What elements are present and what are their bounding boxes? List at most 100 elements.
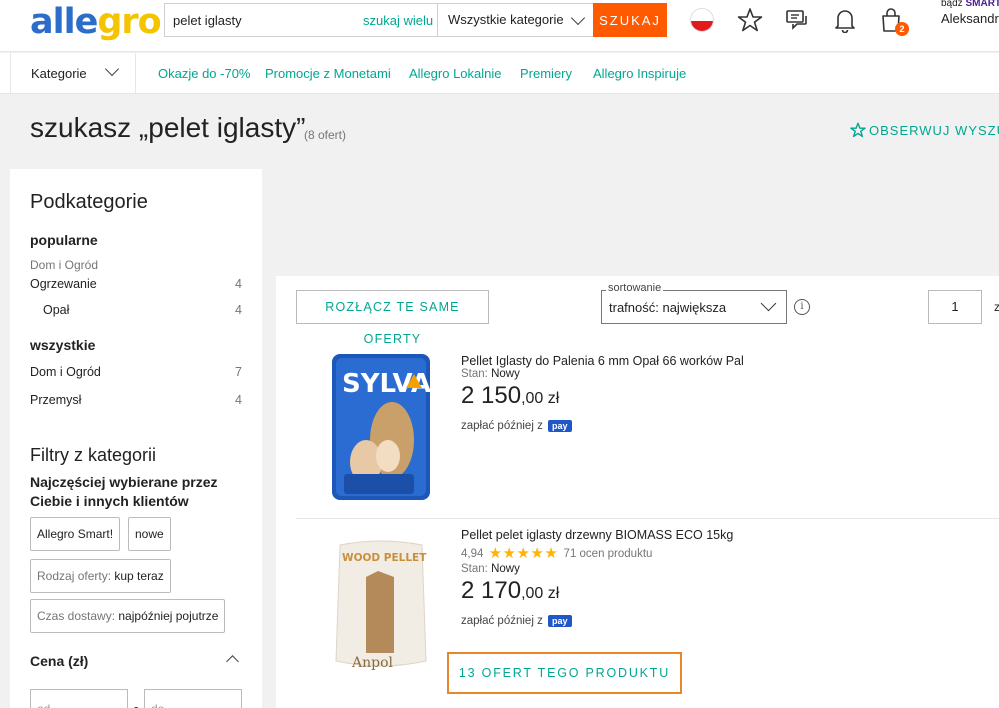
nav-link-promocje[interactable]: Promocje z Monetami	[265, 66, 391, 81]
offer-condition: Stan: Nowy	[461, 563, 520, 575]
categories-dropdown[interactable]: Kategorie	[10, 53, 136, 94]
nav-link-premiery[interactable]: Premiery	[520, 66, 572, 81]
rating-value: 4,94	[461, 548, 484, 560]
category-select[interactable]: Wszystkie kategorie	[437, 4, 593, 36]
offer-title[interactable]: Pellet Iglasty do Palenia 6 mm Opał 66 w…	[461, 354, 744, 368]
search-many-link[interactable]: szukaj wielu	[363, 13, 433, 28]
offer-item[interactable]: SYLVA Pellet Iglasty do Palenia 6 mm Opa…	[276, 340, 999, 518]
sort-select-value: trafność: największa	[609, 300, 727, 315]
price-from-input[interactable]: od	[30, 689, 128, 708]
chip-label: Rodzaj oferty:	[37, 569, 115, 583]
price-main: 2 170	[461, 577, 522, 604]
offer-condition: Stan: Nowy	[461, 368, 520, 380]
search-button[interactable]: SZUKAJ	[593, 3, 667, 37]
filter-chip-delivery[interactable]: Czas dostawy: najpóźniej pojutrze	[30, 599, 226, 633]
popular-heading: popularne	[30, 232, 98, 248]
filters-heading: Filtry z kategorii	[30, 445, 157, 465]
filter-chip-smart[interactable]: Allegro Smart!	[30, 517, 121, 551]
subcategory-item-dom-i-ogrod[interactable]: Dom i Ogród 7	[30, 365, 242, 379]
chip-label: Czas dostawy:	[37, 609, 119, 623]
pay-later-info: zapłać później z pay	[461, 420, 572, 432]
nav-link-inspiruje[interactable]: Allegro Inspiruje	[593, 66, 686, 81]
subcategory-item-ogrzewanie[interactable]: Ogrzewanie 4	[30, 277, 242, 291]
subcategory-label: Opał	[43, 303, 70, 317]
price-filter-toggle[interactable]: Cena (zł)	[30, 653, 242, 669]
allegro-logo[interactable]: allegro	[30, 2, 162, 42]
split-offers-button[interactable]: ROZŁĄCZ TE SAME OFERTY	[296, 290, 489, 346]
offer-price: 2 170,00 zł	[461, 577, 559, 605]
subcategory-count: 4	[235, 393, 242, 407]
subcategories-heading: Podkategorie	[30, 191, 148, 213]
search-bar: szukaj wielu Wszystkie kategorie SZUKAJ	[164, 3, 667, 37]
offer-price: 2 150,00 zł	[461, 382, 559, 410]
smart-promo[interactable]: bądź SMART	[941, 0, 999, 9]
chevron-down-icon	[104, 61, 120, 77]
subcategory-item-przemysl[interactable]: Przemysł 4	[30, 393, 242, 407]
cart-count-badge: 2	[895, 22, 909, 36]
category-select-value: Wszystkie kategorie	[448, 12, 564, 27]
price-range-dash: -	[134, 699, 139, 708]
all-heading: wszystkie	[30, 337, 96, 353]
subcategory-count: 7	[235, 365, 242, 379]
star-icon[interactable]	[737, 7, 763, 33]
condition-label: Stan:	[461, 563, 492, 575]
price-heading: Cena (zł)	[30, 653, 89, 669]
price-main: 2 150	[461, 382, 522, 409]
chip-value: najpóźniej pojutrze	[118, 609, 219, 623]
bell-icon[interactable]	[832, 7, 858, 33]
page-title: szukasz „pelet iglasty”	[30, 112, 306, 143]
pay-later-text: zapłać później z	[461, 615, 543, 627]
filters-description: Najczęściej wybierane przez Ciebie i inn…	[30, 474, 218, 509]
subcategory-count: 4	[235, 303, 242, 317]
category-nav: Kategorie Okazje do -70% Promocje z Mone…	[0, 53, 999, 94]
subcategory-label: Dom i Ogród	[30, 365, 101, 379]
product-image-sylva[interactable]: SYLVA	[326, 352, 436, 502]
results-panel: ROZŁĄCZ TE SAME OFERTY trafność: najwięk…	[276, 276, 999, 708]
subcategory-count: 4	[235, 277, 242, 291]
price-fraction: ,00 zł	[521, 585, 560, 602]
filter-chip-offer-type[interactable]: Rodzaj oferty: kup teraz	[30, 559, 171, 593]
chip-value: kup teraz	[114, 569, 164, 583]
condition-value: Nowy	[491, 368, 520, 380]
nav-link-lokalnie[interactable]: Allegro Lokalnie	[409, 66, 502, 81]
offer-count: (8 ofert)	[304, 128, 347, 142]
filter-chip-new[interactable]: nowe	[128, 517, 171, 551]
user-name[interactable]: Aleksandra	[941, 11, 999, 26]
subcategory-label: Ogrzewanie	[30, 277, 97, 291]
page-total-label: z	[994, 300, 999, 314]
pay-badge: pay	[548, 615, 572, 627]
pay-badge: pay	[548, 420, 572, 432]
product-label-text: WOOD PELLET	[342, 552, 427, 564]
sort-label: sortowanie	[606, 282, 664, 294]
logo-text-part2: gro	[97, 2, 161, 42]
product-rating[interactable]: 4,94 ★★★★★ 71 ocen produktu	[461, 544, 652, 562]
logo-text-part1: alle	[30, 2, 98, 42]
subcategory-label: Przemysł	[30, 393, 82, 407]
product-brand-text: Anpol	[351, 655, 394, 671]
nav-link-okazje[interactable]: Okazje do -70%	[158, 66, 251, 81]
offer-title[interactable]: Pellet pelet iglasty drzewny BIOMASS ECO…	[461, 528, 733, 542]
page-number-input[interactable]: 1	[928, 290, 982, 324]
chevron-down-icon	[570, 10, 586, 26]
sort-select[interactable]: trafność: największa	[601, 290, 787, 324]
condition-value: Nowy	[491, 563, 520, 575]
popular-parent-category[interactable]: Dom i Ogród	[30, 258, 98, 272]
info-icon[interactable]: i	[794, 299, 810, 315]
subcategory-item-opal[interactable]: Opał 4	[43, 303, 242, 317]
price-to-input[interactable]: do	[144, 689, 242, 708]
product-offers-button[interactable]: 13 OFERT TEGO PRODUKTU	[447, 652, 682, 694]
watch-search-button[interactable]: OBSERWUJ WYSZUKI	[850, 122, 999, 138]
product-image-wood-pellet[interactable]: WOOD PELLET Anpol	[326, 537, 436, 673]
poland-flag-icon[interactable]	[690, 8, 714, 32]
top-header: allegro szukaj wielu Wszystkie kategorie…	[0, 0, 999, 52]
rating-stars-icon: ★★★★★	[488, 545, 559, 562]
search-input[interactable]	[165, 4, 362, 36]
messages-icon[interactable]	[785, 7, 811, 33]
pay-later-text: zapłać później z	[461, 420, 543, 432]
chevron-down-icon	[760, 295, 777, 312]
pay-later-info: zapłać później z pay	[461, 615, 572, 627]
watch-search-label: OBSERWUJ WYSZUKI	[869, 123, 999, 138]
categories-label: Kategorie	[31, 66, 87, 81]
smart-prefix: bądź	[941, 0, 966, 9]
sidebar: Podkategorie popularne Dom i Ogród Ogrze…	[10, 169, 262, 708]
